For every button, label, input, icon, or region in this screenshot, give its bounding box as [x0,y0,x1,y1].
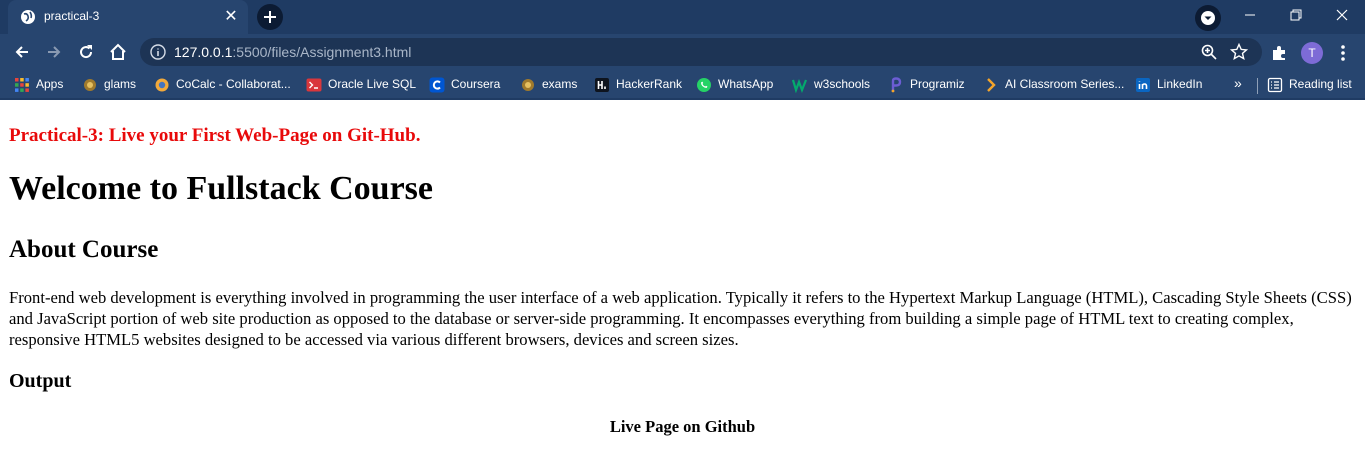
home-icon [110,43,126,60]
tab-close-button[interactable]: ✕ [222,8,240,26]
tab-title: practical-3 [44,9,100,23]
restore-button[interactable] [1273,0,1319,30]
live-page-label: Live Page on Github [609,417,756,436]
more-bookmarks-button[interactable]: » [1234,75,1242,91]
bookmark-label: Apps [36,77,64,91]
bookmark-label: Reading list [1289,77,1352,91]
page-title: Welcome to Fullstack Course [9,170,433,207]
web-page-content: Practical-3: Live your First Web-Page on… [0,102,1365,451]
bookmark-label: w3schools [814,77,871,91]
terminal-icon [306,78,322,92]
linkedin-icon [1136,78,1150,92]
globe-icon [20,9,36,25]
minimize-button[interactable] [1227,0,1273,30]
kebab-menu-icon[interactable] [1335,44,1351,62]
emblem-icon [522,79,534,91]
reading-list-icon [1267,77,1283,93]
back-arrow-icon [15,46,28,58]
back-button[interactable] [8,38,36,66]
bookmark-label: LinkedIn [1157,77,1203,91]
url-text[interactable]: 127.0.0.1:5500/files/Assignment3.html [174,44,411,60]
about-heading: About Course [9,236,159,263]
bookmark-label: Programiz [910,77,965,91]
emblem-icon [84,79,96,91]
apps-grid-icon [15,78,29,92]
url-host: 127.0.0.1 [174,44,233,60]
hackerrank-icon [595,78,609,92]
close-icon [1336,9,1348,21]
tab-search-button[interactable] [1195,5,1221,31]
about-paragraph: Front-end web development is everything … [9,288,1352,349]
puzzle-icon[interactable] [1270,44,1288,62]
forward-arrow-icon [48,46,61,58]
bookmarks-divider [1257,78,1258,94]
star-icon[interactable] [1229,42,1249,61]
bookmark-label: CoCalc - Collaborat... [176,77,291,91]
new-tab-button[interactable] [257,4,283,30]
bookmarks-bar: Apps glams CoCalc - Collaborat... Oracle… [0,70,1365,100]
home-button[interactable] [104,38,132,66]
chevron-down-icon [1201,11,1215,25]
practical-heading: Practical-3: Live your First Web-Page on… [9,125,421,146]
w3schools-icon [792,78,808,93]
restore-icon [1290,9,1302,21]
bookmark-label: Oracle Live SQL [328,77,417,91]
active-tab[interactable]: practical-3 ✕ [8,0,248,34]
coursera-icon [429,77,445,93]
programiz-icon [891,77,902,93]
bookmark-label: AI Classroom Series... [1005,77,1125,91]
reload-button[interactable] [72,38,100,66]
forward-button[interactable] [40,38,68,66]
output-heading: Output [9,370,72,392]
cocalc-icon [155,78,169,92]
close-window-button[interactable] [1319,0,1365,30]
url-path: :5500/files/Assignment3.html [232,44,412,60]
plus-icon [264,11,276,23]
bookmark-label: HackerRank [616,77,683,91]
address-bar[interactable]: 127.0.0.1:5500/files/Assignment3.html [140,38,1262,66]
profile-avatar[interactable]: T [1301,42,1323,64]
browser-toolbar: 127.0.0.1:5500/files/Assignment3.html T [0,34,1365,70]
zoom-icon[interactable] [1200,43,1218,61]
bookmark-label: Coursera [451,77,501,91]
info-icon[interactable] [150,44,166,60]
minimize-icon [1245,14,1255,16]
reload-icon [80,45,93,59]
chevron-right-icon [987,78,996,92]
whatsapp-icon [697,78,711,92]
bookmark-label: exams [542,77,578,91]
tab-strip: practical-3 ✕ [0,0,1365,34]
bookmark-label: WhatsApp [718,77,774,91]
bookmark-label: glams [104,77,137,91]
